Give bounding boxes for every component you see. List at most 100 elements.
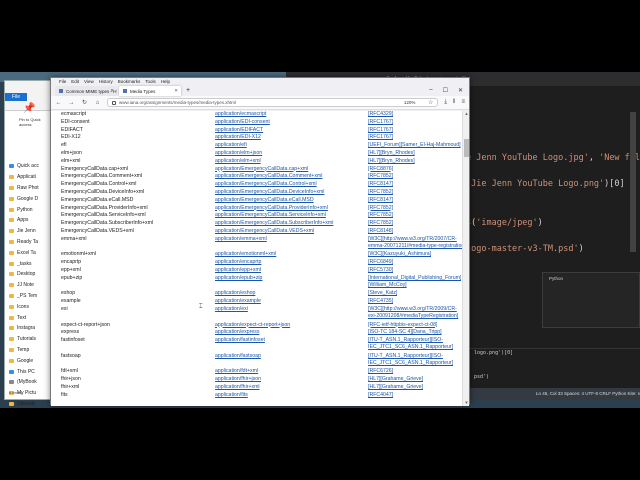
browser-tab[interactable]: Media Types ✕ (119, 86, 181, 96)
reference-link[interactable]: [W3C][Kazuyuki_Ashimura] (368, 251, 431, 259)
reference-link[interactable]: [HL7][Grahame_Grieve] (368, 384, 423, 392)
media-type-template-link[interactable]: application/elm+xml (215, 158, 261, 166)
media-type-template-link[interactable]: application/EmergencyCallData.Subscriber… (215, 220, 333, 228)
menu-item-file[interactable]: File (59, 79, 66, 84)
media-type-template-link[interactable]: application/ecmascript (215, 111, 266, 119)
scroll-up-icon[interactable]: ▴ (463, 111, 470, 117)
forward-icon[interactable]: → (68, 100, 75, 106)
menu-item-edit[interactable]: Edit (71, 79, 79, 84)
downloads-icon[interactable]: ⤓ (444, 99, 447, 106)
reference-link[interactable]: [RFC1767] (368, 127, 393, 135)
editor-output-panel[interactable]: logo.png')[0] psd') (466, 348, 640, 386)
reference-link-continued[interactable]: exi-20091208/#mediaTypeRegistration] (368, 313, 458, 321)
zoom-level[interactable]: 120% (404, 100, 416, 105)
media-type-template-link[interactable]: application/fdt+xml (215, 368, 258, 376)
explorer-file-tab[interactable]: File (5, 93, 27, 101)
media-type-template-link[interactable]: application/EDIFACT (215, 127, 263, 135)
media-type-template-link[interactable]: application/encaprtp (215, 259, 261, 267)
reference-link-continued[interactable]: IEC_JTC1_SC6_ASN.1_Rapporteur] (368, 344, 453, 352)
media-type-template-link[interactable]: application/fhir+xml (215, 384, 260, 392)
reference-link[interactable]: [HL7][Bryn_Rhodes] (368, 158, 415, 166)
menu-item-history[interactable]: History (99, 79, 113, 84)
media-type-template-link[interactable]: application/EmergencyCallData.ServiceInf… (215, 212, 326, 220)
reference-link[interactable]: [RFC-ietf-httpbis-expect-ct-08] (368, 322, 437, 330)
pin-icon[interactable]: 📌 (23, 103, 35, 115)
address-bar[interactable]: www.iana.org/assignments/media-types/med… (107, 98, 439, 107)
media-type-template-link[interactable]: application/epp+xml (215, 267, 261, 275)
scroll-thumb[interactable] (464, 139, 469, 157)
reference-link[interactable]: [RFC4329] (368, 111, 393, 119)
reference-link[interactable]: [RFC1767] (368, 119, 393, 127)
media-type-template-link[interactable]: application/efi (215, 142, 247, 150)
reference-link[interactable]: [RFC7852] (368, 205, 393, 213)
media-type-template-link[interactable]: application/EmergencyCallData.DeviceInfo… (215, 189, 324, 197)
reference-link[interactable]: [RFC7852] (368, 189, 393, 197)
media-type-template-link[interactable]: application/expect-ct-report+json (215, 322, 290, 330)
reference-link[interactable]: [RFC6726] (368, 368, 393, 376)
media-type-template-link[interactable]: application/exi (215, 306, 248, 314)
media-type-template-link[interactable]: application/example (215, 298, 261, 306)
page-scrollbar[interactable]: ▴ ▾ (462, 111, 469, 406)
media-type-template-link[interactable]: application/EDI-consent (215, 119, 270, 127)
back-icon[interactable]: ← (55, 100, 62, 106)
reference-link-continued[interactable]: emma-20071211/#media-type-registration][… (368, 243, 463, 251)
reference-link[interactable]: [RFC4735] (368, 298, 393, 306)
maximize-icon[interactable]: ☐ (443, 87, 448, 94)
tab-close-icon[interactable]: ✕ (110, 88, 114, 94)
bookmark-star-icon[interactable]: ☆ (428, 99, 433, 106)
editor-side-panel[interactable]: Python (542, 272, 640, 328)
reference-link[interactable]: [Steve_Katz] (368, 290, 397, 298)
media-type-template-link[interactable]: application/express (215, 329, 259, 337)
reference-link[interactable]: [HL7][Bryn_Rhodes] (368, 150, 415, 158)
reference-link[interactable]: [RFC8147] (368, 181, 393, 189)
media-type-template-link[interactable]: application/fits (215, 392, 248, 400)
reference-link[interactable]: [RFC8148] (368, 228, 393, 236)
reference-link[interactable]: [UEFI_Forum][Samer_El-Haj-Mahmoud] (368, 142, 461, 150)
reference-link[interactable]: [RFC8876] (368, 166, 393, 174)
reference-link[interactable]: [HL7][Grahame_Grieve] (368, 376, 423, 384)
media-type-template-link[interactable]: application/elm+json (215, 150, 262, 158)
menu-icon[interactable]: ≡ (461, 99, 465, 106)
close-icon[interactable]: ✕ (458, 87, 463, 94)
minimize-icon[interactable]: – (429, 87, 432, 94)
media-type-template-link[interactable]: application/EmergencyCallData.VEDS+xml (215, 228, 314, 236)
reference-link[interactable]: [RFC7852] (368, 173, 393, 181)
lock-icon[interactable] (112, 100, 116, 105)
reference-link[interactable]: [RFC7852] (368, 212, 393, 220)
reference-link[interactable]: [RFC6849] (368, 259, 393, 267)
reference-link[interactable]: [ISO-TC 184-SC 4][Dana_Tripp] (368, 329, 442, 337)
reload-icon[interactable]: ↻ (81, 99, 88, 106)
media-type-template-link[interactable]: application/EmergencyCallData.cap+xml (215, 166, 308, 174)
media-type-template-link[interactable]: application/emma+xml (215, 236, 267, 244)
media-type-template-link[interactable]: application/EmergencyCallData.Comment+xm… (215, 173, 322, 181)
menu-item-tools[interactable]: Tools (145, 79, 156, 84)
new-tab-icon[interactable]: + (183, 86, 190, 96)
reference-link[interactable]: [RFC4047] (368, 392, 393, 400)
browser-window[interactable]: File Edit View History Bookmarks Tools Help Co… (50, 77, 470, 406)
media-type-template-link[interactable]: application/EDI-X12 (215, 134, 261, 142)
menu-item-view[interactable]: View (84, 79, 94, 84)
reference-link[interactable]: [RFC8147] (368, 197, 393, 205)
reference-link[interactable]: [RFC1767] (368, 134, 393, 142)
media-type-template-link[interactable]: application/epub+zip (215, 275, 262, 283)
media-type-template-link[interactable]: application/EmergencyCallData.Control+xm… (215, 181, 317, 189)
scroll-down-icon[interactable]: ▾ (463, 400, 470, 406)
media-type-template-link[interactable]: application/fhir+json (215, 376, 261, 384)
reference-link-continued[interactable]: [William_McCoy] (368, 282, 407, 290)
media-type-template-link[interactable]: application/fastinfoset (215, 337, 265, 345)
tab-close-icon[interactable]: ✕ (174, 88, 178, 94)
home-icon[interactable]: ⌂ (94, 100, 101, 106)
media-type-template-link[interactable]: application/eshop (215, 290, 255, 298)
media-type-template-link[interactable]: application/fastsoap (215, 353, 261, 361)
browser-tab[interactable]: Common MIME types - HTTP |✕ (55, 86, 117, 96)
menu-item-bookmarks[interactable]: Bookmarks (118, 79, 141, 84)
menu-item-help[interactable]: Help (161, 79, 170, 84)
reference-link-continued[interactable]: IEC_JTC1_SC6_ASN.1_Rapporteur] (368, 360, 453, 368)
editor-scrollbar[interactable] (630, 112, 636, 252)
editor-code[interactable]: e Jenn YouTube Logo.jpg', 'New fold 'Jie … (466, 152, 640, 256)
media-type-template-link[interactable]: application/emotionml+xml (215, 251, 276, 259)
media-type-template-link[interactable]: application/EmergencyCallData.eCall.MSD (215, 197, 314, 205)
media-type-template-link[interactable]: application/EmergencyCallData.ProviderIn… (215, 205, 328, 213)
library-icon[interactable]: ‖ (453, 99, 455, 106)
reference-link[interactable]: [RFC7852] (368, 220, 393, 228)
